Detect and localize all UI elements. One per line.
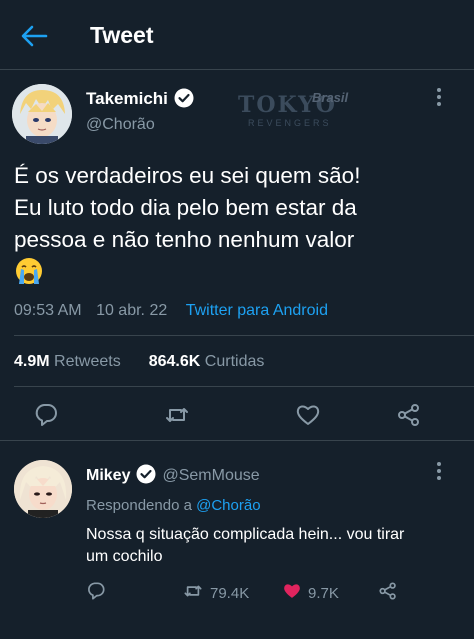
top-bar: Tweet (0, 0, 474, 70)
author-name-text: Takemichi (86, 89, 168, 108)
retweet-icon (182, 581, 210, 605)
tweet-date: 10 abr. 22 (96, 302, 168, 319)
verified-badge-icon (136, 464, 156, 484)
share-button[interactable] (378, 582, 404, 604)
author-handle[interactable]: @Chorão (86, 116, 155, 134)
reply-line: Nossa q situação complicada hein... vou … (86, 526, 405, 543)
page-title: Tweet (90, 22, 154, 48)
reply-avatar[interactable] (14, 460, 72, 518)
reply-icon (86, 581, 112, 605)
tokyo-revengers-logo: TOKYO Brasil REVENGERS (238, 88, 388, 136)
retweet-button[interactable]: 79.4K (182, 582, 249, 604)
replying-to: Respondendo a @Chorão (86, 497, 261, 514)
tweet-actions (0, 400, 474, 430)
more-options-icon[interactable] (434, 460, 444, 482)
back-arrow-icon[interactable] (20, 24, 48, 48)
divider (14, 386, 474, 387)
retweet-icon[interactable] (164, 402, 190, 428)
logo-subtext: Brasil (312, 90, 349, 105)
reply-line: um cochilo (86, 548, 163, 565)
like-count: 9.7K (308, 584, 339, 602)
reply-button[interactable] (86, 582, 112, 604)
tweet-source-link[interactable]: Twitter para Android (186, 302, 328, 319)
tweet-stats: 4.9M Retweets 864.6K Curtidas (14, 353, 264, 371)
share-icon[interactable] (396, 402, 422, 428)
tweet-line: É os verdadeiros eu sei quem são! (14, 163, 361, 188)
like-heart-filled-icon (282, 581, 308, 605)
retweet-count: 79.4K (210, 584, 250, 602)
share-icon (378, 581, 404, 605)
tweet-body: É os verdadeiros eu sei quem são! Eu lut… (14, 160, 464, 289)
crying-face-icon (14, 256, 44, 286)
mention-link[interactable]: @Chorão (196, 497, 260, 514)
like-button[interactable]: 9.7K (282, 582, 339, 604)
reply-author-handle: @SemMouse (162, 467, 260, 484)
reply-author-name: Mikey (86, 467, 131, 484)
avatar[interactable] (12, 84, 72, 144)
tweet-line: pessoa e não tenho nenhum valor (14, 227, 355, 252)
reply-icon[interactable] (33, 402, 59, 428)
divider (14, 335, 474, 336)
tweet-screen: Tweet Takemichi @Chorão TOKYO Brasil REV… (0, 0, 474, 639)
likes-label: Curtidas (204, 353, 265, 370)
reply-body: Nossa q situação complicada hein... vou … (86, 524, 466, 568)
author-name[interactable]: Takemichi (86, 88, 194, 109)
like-heart-icon[interactable] (295, 402, 321, 428)
retweets-stat[interactable]: 4.9M Retweets (14, 353, 121, 370)
verified-badge-icon (174, 88, 194, 108)
retweets-label: Retweets (54, 353, 121, 370)
replying-prefix: Respondendo a (86, 497, 192, 514)
retweets-count: 4.9M (14, 353, 50, 370)
likes-count: 864.6K (148, 353, 201, 370)
divider (0, 440, 474, 441)
likes-stat[interactable]: 864.6K Curtidas (149, 353, 265, 370)
reply-actions: 79.4K 9.7K (0, 582, 474, 606)
tweet-line: Eu luto todo dia pelo bem estar da (14, 195, 357, 220)
tweet-meta: 09:53 AM 10 abr. 22 Twitter para Android (14, 302, 338, 320)
reply-author[interactable]: Mikey @SemMouse (86, 464, 260, 485)
tweet-time: 09:53 AM (14, 302, 82, 319)
more-options-icon[interactable] (434, 86, 444, 108)
logo-tagline: REVENGERS (248, 118, 332, 128)
